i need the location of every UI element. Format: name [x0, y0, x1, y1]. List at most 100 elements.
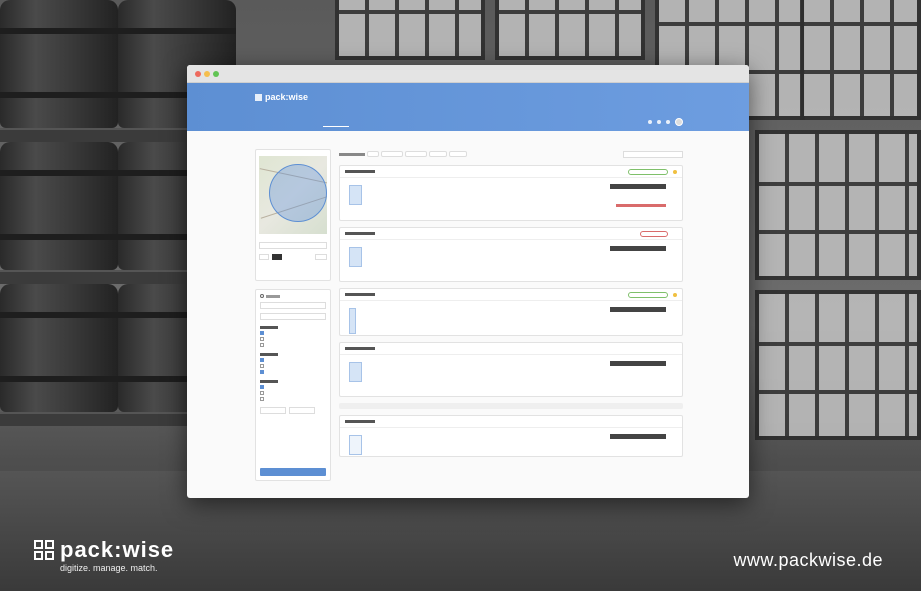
sort-select[interactable]: [623, 150, 683, 158]
filter-chip[interactable]: [429, 151, 447, 157]
product-thumbnail: [349, 308, 356, 334]
radius-selector: [259, 254, 327, 260]
filter-option[interactable]: [260, 385, 326, 389]
checkbox[interactable]: [260, 385, 264, 389]
nav-tabs: [255, 121, 417, 127]
filter-option[interactable]: [260, 397, 326, 401]
filter-header: [260, 294, 326, 298]
listing-title: [345, 420, 375, 423]
nav-tab-active[interactable]: [323, 121, 349, 127]
checkbox[interactable]: [260, 331, 264, 335]
listing-card[interactable]: [339, 227, 683, 282]
listing-card[interactable]: [339, 288, 683, 336]
listing-header: [340, 343, 682, 355]
close-icon[interactable]: [195, 71, 201, 77]
price-max-input[interactable]: [289, 407, 315, 414]
browser-chrome: [187, 65, 749, 83]
brand-tagline: digitize. manage. match.: [60, 563, 158, 573]
listing-header: [340, 228, 682, 240]
star-icon[interactable]: [673, 170, 677, 174]
status-badge: [640, 231, 668, 237]
maximize-icon[interactable]: [213, 71, 219, 77]
sidebar: [255, 149, 331, 481]
filter-group-heading: [260, 353, 278, 356]
checkbox[interactable]: [260, 364, 264, 368]
filter-title: [266, 294, 280, 298]
filter-option[interactable]: [260, 364, 326, 368]
listing-header: [340, 166, 682, 178]
avatar[interactable]: [675, 118, 683, 126]
browser-window: pack:wise: [187, 65, 749, 498]
checkbox[interactable]: [260, 337, 264, 341]
ibc-container-decoration: [755, 290, 921, 440]
checkbox[interactable]: [260, 391, 264, 395]
radius-option-selected[interactable]: [272, 254, 282, 260]
website-url: www.packwise.de: [733, 550, 883, 570]
availability-text: [616, 204, 666, 207]
listing-title: [345, 232, 375, 235]
filter-option[interactable]: [260, 391, 326, 395]
qr-logo-icon: [34, 540, 54, 560]
app-header: pack:wise: [187, 83, 749, 131]
listing-results: [339, 149, 683, 457]
price: [610, 307, 666, 312]
location-input[interactable]: [259, 242, 327, 249]
price: [610, 434, 666, 439]
app-content: [255, 149, 683, 494]
minimize-icon[interactable]: [204, 71, 210, 77]
section-divider: [339, 403, 683, 409]
location-map[interactable]: [259, 156, 327, 234]
search-icon: [260, 294, 264, 298]
checkbox[interactable]: [260, 370, 264, 374]
filter-option[interactable]: [260, 331, 326, 335]
apply-filter-button[interactable]: [260, 468, 326, 476]
header-icons: [648, 118, 683, 126]
nav-tab[interactable]: [255, 121, 281, 127]
listing-card[interactable]: [339, 342, 683, 397]
notification-icon[interactable]: [648, 120, 652, 124]
listing-card[interactable]: [339, 165, 683, 221]
radius-circle: [269, 164, 327, 222]
filter-chip[interactable]: [381, 151, 403, 157]
listing-card[interactable]: [339, 415, 683, 457]
radius-option[interactable]: [259, 254, 269, 260]
category-select[interactable]: [260, 313, 326, 320]
checkbox[interactable]: [260, 343, 264, 347]
drum-decoration: [0, 142, 118, 270]
nav-tab[interactable]: [357, 121, 383, 127]
brand-name: pack:wise: [60, 537, 175, 562]
radius-option[interactable]: [315, 254, 327, 260]
ibc-container-decoration: [755, 130, 921, 280]
listing-title: [345, 347, 375, 350]
filter-option[interactable]: [260, 343, 326, 347]
brand-logo: pack:wise digitize. manage. match.: [34, 537, 175, 573]
price-range: [260, 407, 326, 414]
ibc-container-decoration: [800, 0, 921, 120]
background-photo: pack:wise pack:wise digitize. manage. ma…: [0, 0, 921, 591]
listing-title: [345, 293, 375, 296]
filter-option[interactable]: [260, 370, 326, 374]
filter-chip[interactable]: [449, 151, 467, 157]
star-icon[interactable]: [673, 293, 677, 297]
filter-chip[interactable]: [405, 151, 427, 157]
price: [610, 361, 666, 366]
nav-tab[interactable]: [289, 121, 315, 127]
settings-icon[interactable]: [657, 120, 661, 124]
help-icon[interactable]: [666, 120, 670, 124]
app-logo[interactable]: pack:wise: [255, 92, 308, 102]
filter-card: [255, 289, 331, 481]
logo-icon: [255, 93, 262, 101]
checkbox[interactable]: [260, 358, 264, 362]
location-card: [255, 149, 331, 281]
filter-option[interactable]: [260, 337, 326, 341]
listing-title: [345, 170, 375, 173]
product-thumbnail: [349, 362, 362, 382]
price-min-input[interactable]: [260, 407, 286, 414]
listing-header: [340, 289, 682, 301]
nav-tab[interactable]: [391, 121, 417, 127]
filter-chip[interactable]: [367, 151, 379, 157]
checkbox[interactable]: [260, 397, 264, 401]
status-badge: [628, 169, 668, 175]
filter-option[interactable]: [260, 358, 326, 362]
search-input[interactable]: [260, 302, 326, 309]
